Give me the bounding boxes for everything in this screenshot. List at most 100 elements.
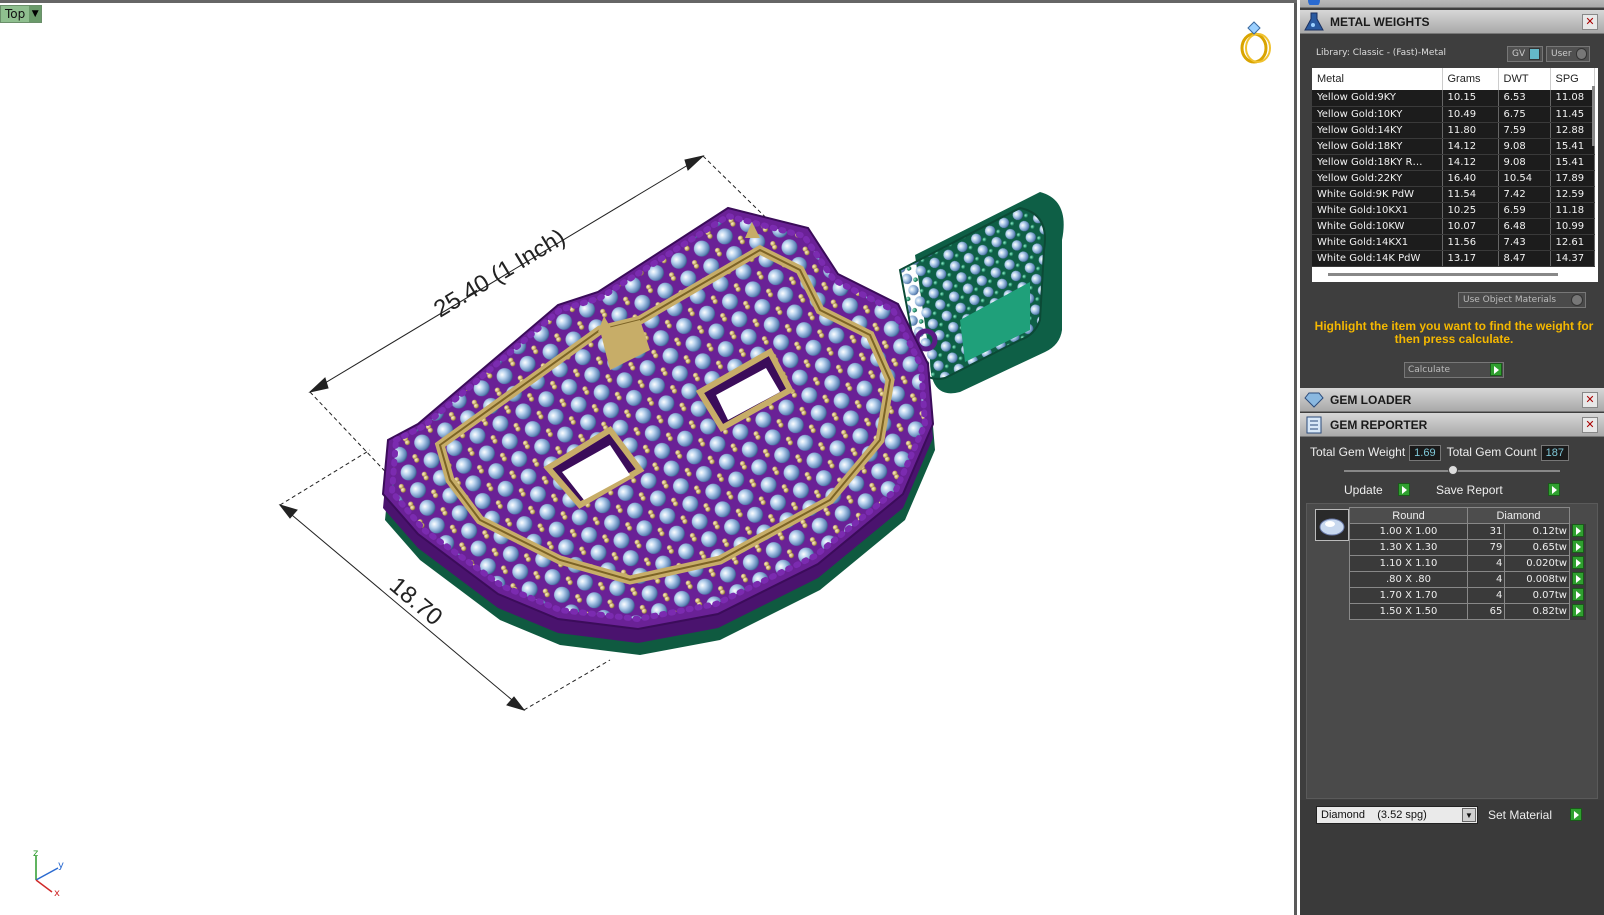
- axis-y-label: y: [58, 860, 64, 871]
- total-gem-count-value: 187: [1540, 445, 1569, 461]
- close-icon[interactable]: ✕: [1582, 416, 1598, 433]
- toggle-knob-icon: [1529, 48, 1541, 60]
- play-icon[interactable]: [1571, 539, 1584, 553]
- table-cell: Yellow Gold:18KY R…: [1312, 154, 1443, 171]
- table-cell: 10.54: [1498, 170, 1551, 187]
- play-icon[interactable]: [1571, 587, 1584, 601]
- report-icon: [1300, 413, 1328, 437]
- table-row[interactable]: White Gold:10KW 10.07 6.48 10.99: [1312, 218, 1595, 235]
- column-header-metal[interactable]: Metal: [1312, 68, 1443, 90]
- play-icon[interactable]: [1571, 555, 1584, 569]
- table-row[interactable]: 1.70 X 1.70 4 0.07tw: [1349, 587, 1586, 604]
- use-object-materials-toggle[interactable]: Use Object Materials: [1458, 292, 1586, 308]
- axis-x-label: x: [54, 888, 60, 898]
- pendant-render: 25.40 (1 Inch) 18.70: [278, 155, 1064, 711]
- 3d-viewport[interactable]: 25.40 (1 Inch) 18.70 Top ▼ z y x: [0, 0, 1297, 915]
- gem-icon: [1300, 388, 1328, 412]
- table-cell: White Gold:10KX1: [1312, 202, 1443, 219]
- metal-weights-table[interactable]: Metal Grams DWT SPG Yellow Gold:9KY 10.15…: [1312, 68, 1598, 282]
- gem-count-cell: 4: [1466, 587, 1506, 604]
- close-icon[interactable]: ✕: [1582, 13, 1598, 30]
- close-icon[interactable]: ✕: [1582, 391, 1598, 408]
- gem-weight-cell: 0.65tw: [1504, 539, 1570, 556]
- metal-weights-title: METAL WEIGHTS: [1330, 14, 1430, 29]
- calculate-button[interactable]: Calculate: [1404, 362, 1504, 378]
- table-row[interactable]: White Gold:14KX1 11.56 7.43 12.61: [1312, 234, 1595, 251]
- gem-count-cell: 31: [1466, 523, 1506, 540]
- play-icon[interactable]: [1398, 483, 1410, 496]
- table-row[interactable]: Yellow Gold:18KY 14.12 9.08 15.41: [1312, 138, 1595, 155]
- table-row[interactable]: Yellow Gold:10KY 10.49 6.75 11.45: [1312, 106, 1595, 123]
- table-row[interactable]: White Gold:9K PdW 11.54 7.42 12.59: [1312, 186, 1595, 203]
- column-header-dwt[interactable]: DWT: [1498, 68, 1551, 90]
- table-cell: 13.17: [1442, 250, 1499, 267]
- panel-icon: [1300, 0, 1328, 9]
- table-row[interactable]: 1.30 X 1.30 79 0.65tw: [1349, 539, 1586, 556]
- gem-reporter-header[interactable]: GEM REPORTER ✕: [1300, 413, 1604, 437]
- chevron-down-icon[interactable]: ▼: [1462, 808, 1476, 822]
- table-row[interactable]: Yellow Gold:18KY R… 14.12 9.08 15.41: [1312, 154, 1595, 171]
- flask-icon: [1300, 10, 1328, 34]
- metal-weights-header[interactable]: METAL WEIGHTS ✕: [1300, 10, 1604, 34]
- table-cell: 9.08: [1498, 154, 1551, 171]
- table-row[interactable]: White Gold:14K PdW 13.17 8.47 14.37: [1312, 250, 1595, 267]
- play-icon[interactable]: [1571, 523, 1584, 537]
- user-toggle[interactable]: User: [1546, 46, 1590, 62]
- table-row[interactable]: 1.10 X 1.10 4 0.020tw: [1349, 555, 1586, 572]
- table-cell: 17.89: [1550, 170, 1595, 187]
- gv-toggle[interactable]: GV: [1507, 46, 1543, 62]
- viewport-view-label: Top: [5, 7, 26, 21]
- gv-toggle-label: GV: [1512, 49, 1526, 59]
- update-label: Update: [1344, 483, 1383, 497]
- section-header-collapsed[interactable]: [1300, 0, 1604, 8]
- play-icon[interactable]: [1490, 363, 1502, 376]
- table-row[interactable]: 1.50 X 1.50 65 0.82tw: [1349, 603, 1586, 620]
- total-gem-weight-label: Total Gem Weight: [1310, 445, 1406, 459]
- report-splitter-slider[interactable]: [1344, 465, 1560, 475]
- save-report-button[interactable]: Save Report: [1436, 482, 1560, 498]
- gem-weight-cell: 0.07tw: [1504, 587, 1570, 604]
- column-header-spg[interactable]: SPG: [1550, 68, 1595, 90]
- play-icon[interactable]: [1570, 808, 1582, 821]
- column-header-round: Round: [1349, 507, 1468, 524]
- gem-size-cell: 1.50 X 1.50: [1349, 603, 1468, 620]
- table-row[interactable]: Yellow Gold:14KY 11.80 7.59 12.88: [1312, 122, 1595, 139]
- table-vertical-scrollbar[interactable]: [1592, 86, 1595, 146]
- play-icon[interactable]: [1571, 571, 1584, 585]
- gem-loader-header[interactable]: GEM LOADER ✕: [1300, 388, 1604, 412]
- chevron-down-icon[interactable]: ▼: [29, 6, 42, 22]
- total-gem-weight-value: 1.69: [1409, 445, 1441, 461]
- material-select[interactable]: Diamond (3.52 spg) ▼: [1316, 806, 1478, 824]
- table-row[interactable]: .80 X .80 4 0.008tw: [1349, 571, 1586, 588]
- table-cell: White Gold:14K PdW: [1312, 250, 1443, 267]
- ring-view-icon[interactable]: [1238, 20, 1274, 64]
- gem-loader-title: GEM LOADER: [1330, 392, 1412, 407]
- user-toggle-label: User: [1551, 49, 1572, 59]
- set-material-button[interactable]: Set Material: [1488, 806, 1584, 824]
- update-button[interactable]: Update: [1344, 482, 1410, 498]
- round-diamond-icon[interactable]: [1315, 509, 1349, 541]
- toggle-knob-icon: [1575, 48, 1587, 60]
- table-row[interactable]: 1.00 X 1.00 31 0.12tw: [1349, 523, 1586, 540]
- row-action-cell: [1569, 603, 1586, 620]
- table-row[interactable]: Yellow Gold:9KY 10.15 6.53 11.08: [1312, 90, 1595, 107]
- material-select-value: Diamond (3.52 spg): [1321, 809, 1427, 821]
- table-cell: Yellow Gold:14KY: [1312, 122, 1443, 139]
- table-cell: Yellow Gold:22KY: [1312, 170, 1443, 187]
- play-icon[interactable]: [1548, 483, 1560, 496]
- table-cell: 12.59: [1550, 186, 1595, 203]
- gem-reporter-title: GEM REPORTER: [1330, 417, 1428, 432]
- table-row[interactable]: White Gold:10KX1 10.25 6.59 11.18: [1312, 202, 1595, 219]
- row-action-cell: [1569, 571, 1586, 588]
- table-horizontal-scrollbar[interactable]: [1328, 273, 1558, 276]
- dimension-short-label: 18.70: [384, 572, 447, 631]
- axis-z-label: z: [33, 848, 38, 859]
- gem-report-table[interactable]: Round Diamond 1.00 X 1.00 31 0.12tw 1.30 X …: [1349, 507, 1586, 620]
- table-row[interactable]: Yellow Gold:22KY 16.40 10.54 17.89: [1312, 170, 1595, 187]
- table-cell: 7.42: [1498, 186, 1551, 203]
- gem-size-cell: 1.10 X 1.10: [1349, 555, 1468, 572]
- column-header-grams[interactable]: Grams: [1442, 68, 1499, 90]
- play-icon[interactable]: [1571, 603, 1584, 617]
- slider-thumb[interactable]: [1448, 465, 1458, 475]
- viewport-view-selector[interactable]: Top ▼: [0, 5, 43, 23]
